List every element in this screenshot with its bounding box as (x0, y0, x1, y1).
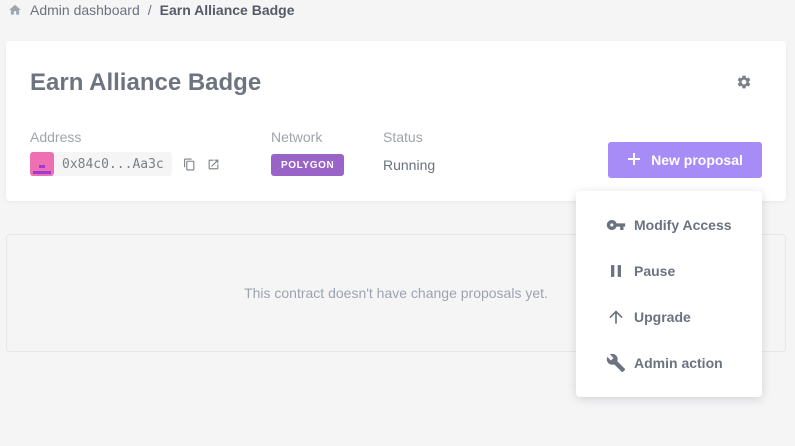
breadcrumb: Admin dashboard / Earn Alliance Badge (8, 0, 295, 20)
address-row: 0x84c0...Aa3c (30, 152, 222, 176)
status-label: Status (383, 129, 423, 145)
menu-item-modify-access[interactable]: Modify Access (606, 213, 732, 237)
menu-item-label: Modify Access (634, 217, 732, 233)
copy-icon[interactable] (182, 156, 198, 172)
menu-item-pause[interactable]: Pause (606, 259, 675, 283)
page-title: Earn Alliance Badge (30, 69, 262, 96)
status-value: Running (383, 157, 436, 173)
menu-item-upgrade[interactable]: Upgrade (606, 305, 691, 329)
menu-item-label: Upgrade (634, 309, 691, 325)
gear-icon[interactable] (736, 74, 752, 90)
menu-item-label: Admin action (634, 355, 723, 371)
network-badge: POLYGON (271, 154, 345, 176)
contract-card: Earn Alliance Badge Address 0x84c0...Aa3… (6, 41, 786, 201)
pause-icon (606, 261, 626, 281)
new-proposal-label: New proposal (651, 152, 743, 168)
wrench-icon (606, 353, 626, 373)
breadcrumb-separator: / (147, 2, 152, 18)
new-proposal-menu: Modify Access Pause Upgrade Admin action (576, 191, 762, 397)
key-icon (606, 215, 626, 235)
home-icon[interactable] (8, 3, 22, 17)
breadcrumb-parent-link[interactable]: Admin dashboard (30, 2, 140, 18)
plus-icon (627, 152, 641, 169)
empty-state-message: This contract doesn't have change propos… (244, 285, 548, 301)
external-link-icon[interactable] (206, 156, 222, 172)
breadcrumb-current: Earn Alliance Badge (159, 2, 295, 18)
address-label: Address (30, 129, 82, 145)
network-label: Network (271, 129, 323, 145)
address-value: 0x84c0...Aa3c (54, 152, 172, 176)
menu-item-admin-action[interactable]: Admin action (606, 351, 723, 375)
arrow-up-icon (606, 307, 626, 327)
menu-item-label: Pause (634, 263, 676, 279)
avatar (30, 152, 54, 176)
new-proposal-button[interactable]: New proposal (608, 142, 762, 178)
